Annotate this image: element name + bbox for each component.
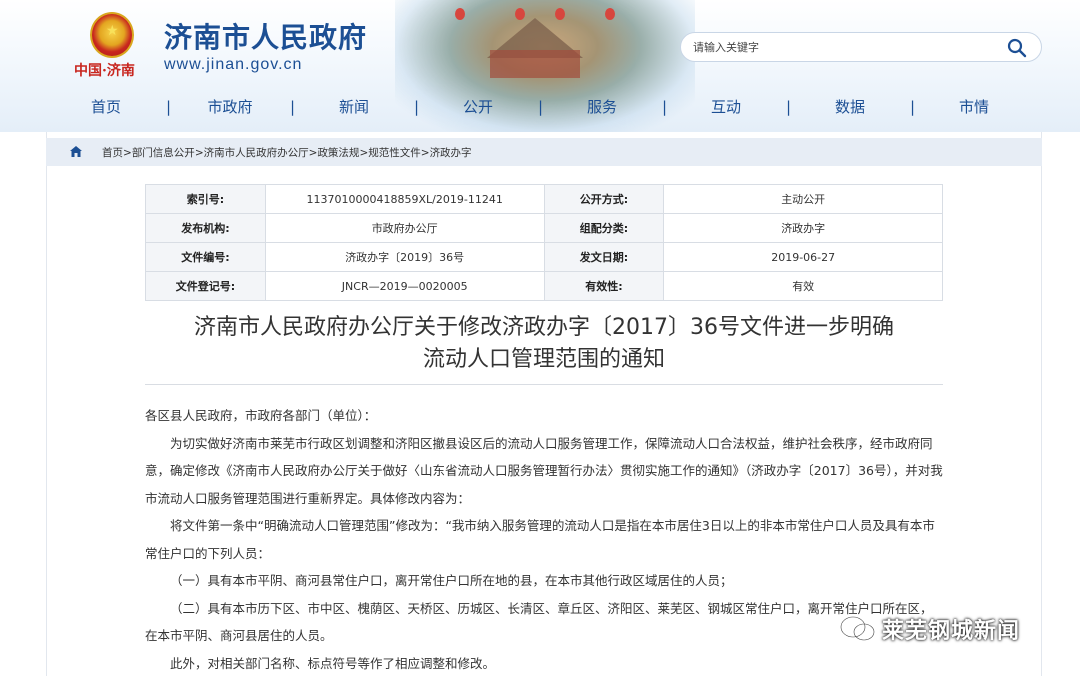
emblem-caption: 中国·济南 (74, 63, 135, 79)
meta-row: 文件登记号: JNCR—2019—0020005 有效性: 有效 (145, 271, 943, 301)
meta-label-index: 索引号: (145, 184, 266, 214)
meta-value-publisher: 市政府办公厅 (264, 213, 545, 243)
meta-value-issue-date: 2019-06-27 (663, 242, 943, 272)
nav-news[interactable]: 新闻 (314, 96, 394, 117)
meta-row: 发布机构: 市政府办公厅 组配分类: 济政办字 (145, 213, 943, 243)
nav-interaction[interactable]: 互动 (686, 96, 766, 117)
home-icon[interactable] (70, 146, 82, 157)
breadcrumb-bar: 首页>部门信息公开>济南市人民政府办公厅>政策法规>规范性文件>济政办字 (46, 138, 1042, 166)
paragraph-5: 此外，对相关部门名称、标点符号等作了相应调整和修改。 (170, 655, 496, 671)
title-divider (145, 384, 943, 385)
document-meta-table: 索引号: 113701000041885​9XL/2019-11241 公开方式… (145, 184, 943, 301)
nav-city-info[interactable]: 市情 (934, 96, 1014, 117)
meta-label-registration: 文件登记号: (145, 271, 266, 301)
meta-row: 索引号: 113701000041885​9XL/2019-11241 公开方式… (145, 184, 943, 214)
breadcrumb-dept-info[interactable]: 部门信息公开 (132, 147, 195, 159)
meta-label-issue-date: 发文日期: (543, 242, 665, 272)
nav-data[interactable]: 数据 (810, 96, 890, 117)
meta-value-category: 济政办字 (663, 213, 943, 243)
meta-value-registration: JNCR—2019—0020005 (264, 271, 545, 301)
search-input[interactable] (693, 37, 993, 57)
breadcrumb-jizhengban[interactable]: 济政办字 (430, 147, 472, 159)
breadcrumb-office[interactable]: 济南市人民政府办公厅 (204, 147, 309, 159)
site-header: ★ 中国·济南 济南市人民政府 www.jinan.gov.cn 首页 | 市政… (0, 0, 1080, 132)
meta-label-validity: 有效性: (543, 271, 665, 301)
meta-label-disclosure: 公开方式: (543, 184, 665, 214)
breadcrumb: 首页>部门信息公开>济南市人民政府办公厅>政策法规>规范性文件>济政办字 (102, 147, 472, 159)
nav-government[interactable]: 市政府 (190, 96, 270, 117)
breadcrumb-policy[interactable]: 政策法规 (317, 147, 359, 159)
wechat-icon (840, 616, 875, 641)
meta-label-category: 组配分类: (543, 213, 665, 243)
nav-public[interactable]: 公开 (438, 96, 518, 117)
title-line-2: 流动人口管理范围的通知 (422, 347, 665, 372)
meta-row: 文件编号: 济政办字〔2019〕36号 发文日期: 2019-06-27 (145, 242, 943, 272)
document-title: 济南市人民政府办公厅关于修改济政办字〔2017〕36号文件进一步明确 流动人口管… (145, 312, 943, 376)
site-name[interactable]: 济南市人民政府 (164, 16, 367, 56)
meta-value-doc-number: 济政办字〔2019〕36号 (264, 242, 545, 272)
watermark-text: 莱芜钢城新闻 (882, 619, 1021, 644)
meta-label-doc-number: 文件编号: (145, 242, 266, 272)
paragraph-4: （二）具有本市历下区、市中区、槐荫区、天桥区、历城区、长清区、章丘区、济阳区、莱… (145, 600, 933, 644)
document-body: 各区县人民政府，市政府各部门（单位）： 为切实做好济南市莱芜市行政区划调整和济阳… (145, 402, 943, 676)
salutation: 各区县人民政府，市政府各部门（单位）： (145, 408, 377, 423)
national-emblem-icon: ★ (90, 12, 134, 58)
paragraph-3: （一）具有本市平阴、商河县常住户口，离开常住户口所在地的县，在本市其他行政区域居… (170, 573, 733, 588)
paragraph-1: 为切实做好济南市莱芜市行政区划调整和济阳区撤县设区后的流动人口服务管理工作，保障… (145, 435, 943, 506)
meta-label-publisher: 发布机构: (145, 213, 266, 243)
search-box (680, 32, 1042, 62)
wechat-watermark: 莱芜钢城新闻 (838, 612, 1020, 646)
main-nav: 首页 | 市政府 | 新闻 | 公开 | 服务 | 互动 | 数据 | 市情 (0, 90, 1080, 124)
nav-home[interactable]: 首页 (66, 96, 146, 117)
search-icon[interactable] (1007, 38, 1027, 58)
nav-service[interactable]: 服务 (562, 96, 642, 117)
meta-value-index: 113701000041885​9XL/2019-11241 (264, 184, 545, 214)
breadcrumb-normative[interactable]: 规范性文件 (368, 147, 421, 159)
paragraph-2: 将文件第一条中“明确流动人口管理范围”修改为：“我市纳入服务管理的流动人口是指在… (145, 518, 935, 561)
breadcrumb-home[interactable]: 首页 (102, 147, 123, 159)
site-url[interactable]: www.jinan.gov.cn (164, 56, 302, 74)
title-line-1: 济南市人民政府办公厅关于修改济政办字〔2017〕36号文件进一步明确 (194, 315, 894, 340)
meta-value-disclosure: 主动公开 (663, 184, 943, 214)
meta-value-validity: 有效 (663, 271, 943, 301)
